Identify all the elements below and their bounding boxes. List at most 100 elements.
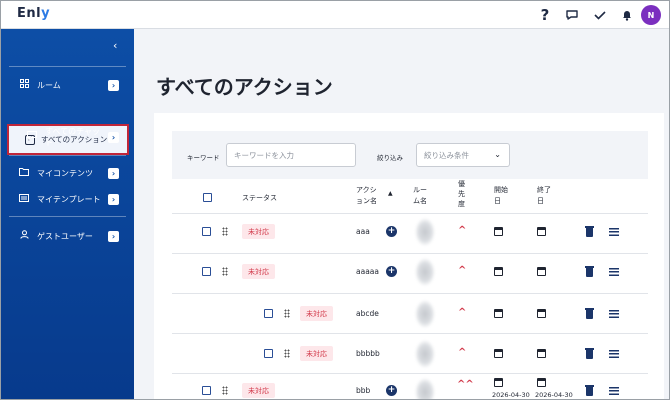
sidebar-item-all-chats[interactable]: すべてのチャット › (1, 126, 134, 148)
drag-handle-icon[interactable] (222, 267, 228, 276)
status-badge[interactable]: 未対応 (242, 264, 275, 279)
trash-icon[interactable] (585, 266, 594, 277)
status-badge[interactable]: 未対応 (300, 306, 333, 321)
help-icon[interactable]: ? (536, 6, 554, 24)
narrow-select[interactable]: 絞り込み条件 ⌄ (416, 143, 510, 167)
sidebar-item-guest-users[interactable]: ゲストユーザー › (1, 225, 134, 247)
action-name[interactable]: bbbbb (356, 349, 380, 358)
end-date-calendar-icon[interactable] (537, 349, 546, 358)
status-badge[interactable]: 未対応 (242, 383, 275, 398)
add-subaction-button[interactable]: + (386, 226, 397, 237)
list-menu-icon[interactable] (609, 350, 619, 358)
bell-icon[interactable] (618, 6, 636, 24)
chevron-right-icon[interactable]: › (108, 167, 119, 179)
table-row[interactable]: 未対応 aaa + ^ (172, 213, 648, 253)
avatar[interactable]: N (641, 5, 661, 25)
add-subaction-button[interactable]: + (386, 385, 397, 396)
priority-high-icon[interactable]: ^ (458, 225, 466, 236)
narrow-placeholder: 絞り込み条件 (424, 150, 469, 160)
drag-handle-icon[interactable] (222, 227, 228, 236)
row-checkbox[interactable] (264, 309, 273, 318)
end-date-calendar-icon[interactable] (537, 378, 546, 387)
trash-icon[interactable] (585, 308, 594, 319)
header-start-date[interactable]: 開始日 (494, 185, 508, 207)
row-checkbox[interactable] (202, 227, 211, 236)
divider (9, 66, 126, 67)
divider (9, 155, 126, 156)
status-badge[interactable]: 未対応 (300, 346, 333, 361)
sidebar-item-rooms[interactable]: ルーム › (1, 74, 134, 96)
start-date-calendar-icon[interactable] (494, 267, 503, 276)
list-menu-icon[interactable] (609, 228, 619, 236)
priority-highest-icon[interactable]: ^^ (457, 380, 474, 390)
app-logo[interactable]: Enly (17, 6, 50, 21)
chevron-right-icon[interactable]: › (108, 131, 119, 143)
folder-icon (17, 167, 31, 179)
sidebar-item-my-contents[interactable]: マイコンテンツ › (1, 162, 134, 184)
room-name-blurred (415, 340, 435, 368)
check-icon[interactable] (591, 6, 609, 24)
chat-icon[interactable] (563, 6, 581, 24)
keyword-input[interactable]: キーワードを入力 (226, 143, 356, 167)
priority-high-icon[interactable]: ^ (458, 265, 466, 276)
priority-high-icon[interactable]: ^ (458, 347, 466, 358)
header-priority[interactable]: 優先度 (458, 179, 465, 209)
add-subaction-button[interactable]: + (386, 266, 397, 277)
trash-icon[interactable] (585, 348, 594, 359)
chevron-right-icon[interactable]: › (108, 230, 119, 242)
table-row[interactable]: 未対応 bbb + ^^ 2026-04-30 2026-04-30 (172, 373, 648, 399)
start-date-calendar-icon[interactable] (494, 227, 503, 236)
template-icon (17, 193, 31, 205)
sidebar-item-label: マイコンテンツ (37, 168, 93, 178)
header-action-name[interactable]: アクシ ョン名 (356, 185, 377, 207)
row-checkbox[interactable] (264, 349, 273, 358)
drag-handle-icon[interactable] (222, 386, 228, 395)
table-row[interactable]: 未対応 bbbbb ^ (172, 333, 648, 373)
table-row[interactable]: 未対応 aaaaa + ^ (172, 253, 648, 293)
priority-high-icon[interactable]: ^ (458, 307, 466, 318)
drag-handle-icon[interactable] (284, 349, 290, 358)
start-date-calendar-icon[interactable] (494, 309, 503, 318)
keyword-label: キーワード (187, 154, 220, 162)
grid-icon (17, 79, 31, 91)
sidebar: ‹ ルーム › ✓ すべてのアクション すべてのチャット › マイコンテンツ ›… (1, 29, 134, 399)
sidebar-item-my-templates[interactable]: マイテンプレート › (1, 188, 134, 210)
row-checkbox[interactable] (202, 267, 211, 276)
room-name-blurred (415, 300, 435, 328)
action-name[interactable]: bbb (356, 386, 370, 395)
action-name[interactable]: abcde (356, 309, 379, 318)
chevron-right-icon[interactable]: › (108, 79, 119, 91)
action-name[interactable]: aaa (356, 227, 370, 236)
top-bar: Enly ? N (1, 1, 669, 29)
row-checkbox[interactable] (202, 386, 211, 395)
end-date-calendar-icon[interactable] (537, 267, 546, 276)
chevron-right-icon[interactable]: › (108, 193, 119, 205)
start-date-calendar-icon[interactable] (494, 378, 503, 387)
header-room-name[interactable]: ルー ム名 (413, 185, 427, 207)
header-status[interactable]: ステータス (242, 193, 277, 204)
header-end-date[interactable]: 終了日 (537, 185, 551, 207)
end-date-calendar-icon[interactable] (537, 227, 546, 236)
sidebar-item-label: すべてのチャット (45, 127, 101, 147)
list-menu-icon[interactable] (609, 268, 619, 276)
table-header: ステータス アクシ ョン名 ▲ ルー ム名 優先度 開始日 終了日 (172, 179, 648, 213)
end-date-calendar-icon[interactable] (537, 309, 546, 318)
collapse-sidebar-button[interactable]: ‹ (113, 39, 117, 52)
drag-handle-icon[interactable] (284, 309, 290, 318)
table-row[interactable]: 未対応 abcde ^ (172, 293, 648, 333)
trash-icon[interactable] (585, 385, 594, 396)
list-menu-icon[interactable] (609, 310, 619, 318)
user-icon (17, 230, 31, 242)
actions-card: キーワード キーワードを入力 絞り込み 絞り込み条件 ⌄ ステータス アクシ ョン… (154, 113, 664, 399)
status-badge[interactable]: 未対応 (242, 224, 275, 239)
end-date-value[interactable]: 2026-04-30 (535, 390, 573, 399)
select-all-checkbox[interactable] (203, 193, 212, 202)
sidebar-item-label: ルーム (37, 80, 61, 90)
list-menu-icon[interactable] (609, 387, 619, 395)
start-date-calendar-icon[interactable] (494, 349, 503, 358)
sort-asc-icon[interactable]: ▲ (388, 188, 393, 199)
start-date-value[interactable]: 2026-04-30 (492, 390, 530, 399)
action-name[interactable]: aaaaa (356, 267, 379, 276)
trash-icon[interactable] (585, 226, 594, 237)
sidebar-item-label: マイテンプレート (37, 194, 101, 204)
